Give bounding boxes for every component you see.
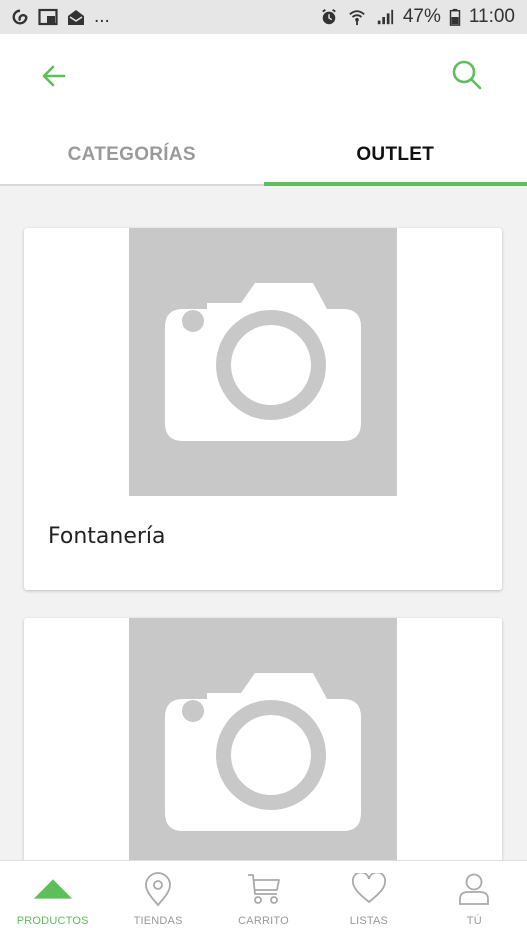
tab-bar: CATEGORÍAS OUTLET <box>0 126 527 186</box>
nav-productos[interactable]: PRODUCTOS <box>0 861 105 928</box>
nav-carrito[interactable]: CARRITO <box>211 861 316 928</box>
status-left: ... <box>10 6 110 28</box>
clock: 11:00 <box>468 6 515 27</box>
card-image <box>129 618 397 860</box>
bottom-nav: PRODUCTOS TIENDAS CARRITO LISTAS TÚ <box>0 860 527 928</box>
search-icon[interactable] <box>450 58 484 92</box>
mail-icon <box>68 10 84 25</box>
card-image <box>129 228 397 496</box>
nav-label: LISTAS <box>349 915 389 927</box>
signal-icon <box>377 9 393 25</box>
tab-outlet[interactable]: OUTLET <box>263 126 527 186</box>
status-ellipsis: ... <box>94 6 110 27</box>
category-card[interactable] <box>24 618 502 860</box>
card-title: Fontanería <box>48 524 166 549</box>
nav-label: CARRITO <box>238 915 289 927</box>
battery-icon <box>449 8 461 26</box>
location-pin-icon <box>138 871 178 907</box>
app-header: CATEGORÍAS OUTLET <box>0 34 527 186</box>
heart-icon <box>349 871 389 907</box>
nav-tu[interactable]: TÚ <box>422 861 527 928</box>
nav-label: PRODUCTOS <box>16 915 89 927</box>
category-list[interactable]: Fontanería <box>0 186 527 860</box>
nav-tiendas[interactable]: TIENDAS <box>105 861 210 928</box>
status-bar: ... 47% 11:00 <box>0 0 527 34</box>
tab-categorias[interactable]: CATEGORÍAS <box>0 126 264 184</box>
arrow-left-icon[interactable] <box>38 60 70 92</box>
camera-placeholder-icon <box>165 673 361 831</box>
battery-percent: 47% <box>402 6 441 27</box>
category-card[interactable]: Fontanería <box>24 228 502 590</box>
camera-placeholder-icon <box>165 283 361 441</box>
nav-label: TIENDAS <box>133 915 183 927</box>
triangle-icon <box>33 871 73 907</box>
window-icon <box>38 8 58 26</box>
wifi-icon <box>349 10 365 26</box>
swirl-icon <box>12 9 28 25</box>
alarm-icon <box>322 9 336 25</box>
nav-label: TÚ <box>466 915 482 927</box>
user-icon <box>454 871 494 907</box>
cart-icon <box>244 871 284 907</box>
nav-listas[interactable]: LISTAS <box>316 861 421 928</box>
status-right: 47% 11:00 <box>319 6 515 28</box>
